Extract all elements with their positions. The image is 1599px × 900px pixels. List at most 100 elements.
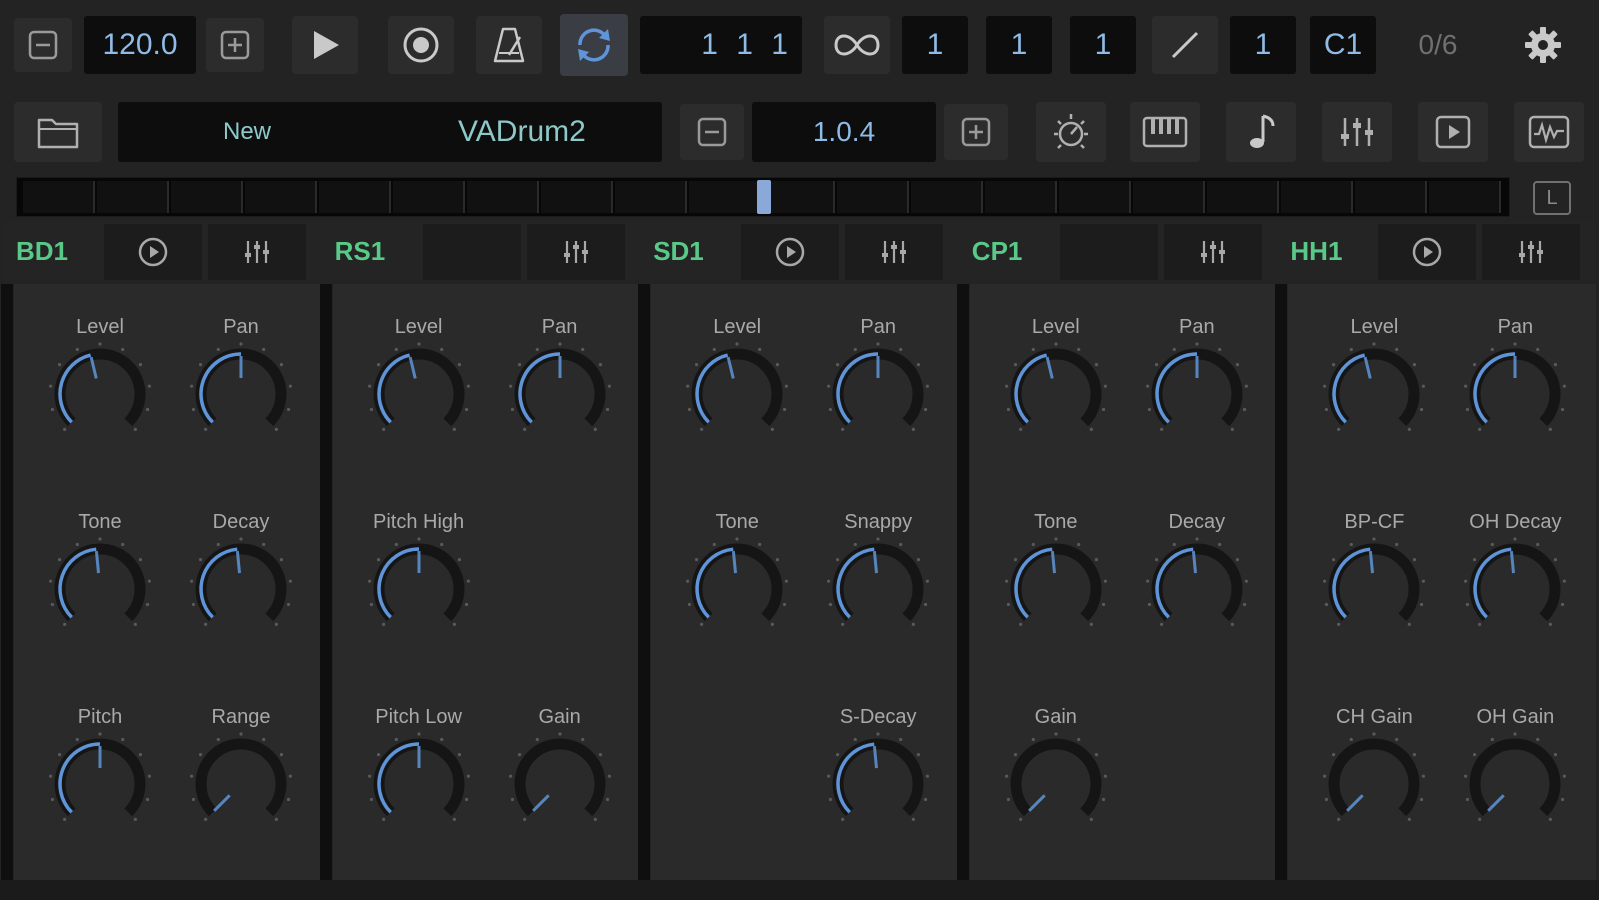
knob-gain[interactable]: Gain xyxy=(500,706,620,876)
knob-level[interactable]: Level xyxy=(677,316,797,486)
knob-dial[interactable] xyxy=(46,535,154,643)
knob-pitch-high[interactable]: Pitch High xyxy=(359,511,479,681)
timeline-step[interactable] xyxy=(1133,181,1205,213)
draw-tool-button[interactable] xyxy=(1152,16,1218,74)
timeline-step[interactable] xyxy=(837,181,909,213)
timeline-step[interactable] xyxy=(1059,181,1131,213)
knob-dial[interactable] xyxy=(1143,535,1251,643)
trigger-play-button[interactable] xyxy=(1378,224,1477,280)
instrument-name[interactable]: RS1 xyxy=(335,236,386,267)
timeline-step[interactable] xyxy=(689,181,761,213)
knob-dial[interactable] xyxy=(1320,340,1428,448)
knob-pan[interactable]: Pan xyxy=(500,316,620,486)
knob-dial[interactable] xyxy=(187,340,295,448)
instrument-mixer-button[interactable] xyxy=(526,224,625,280)
timeline-step[interactable] xyxy=(467,181,539,213)
knob-s-decay[interactable]: S-Decay xyxy=(818,706,938,876)
knob-dial[interactable] xyxy=(365,730,473,838)
effects-button[interactable] xyxy=(1036,102,1106,162)
sequencer-button[interactable] xyxy=(1226,102,1296,162)
knob-tone[interactable]: Tone xyxy=(677,511,797,681)
knob-level[interactable]: Level xyxy=(40,316,160,486)
timeline-step[interactable] xyxy=(911,181,983,213)
knob-dial[interactable] xyxy=(365,535,473,643)
knob-dial[interactable] xyxy=(46,340,154,448)
playhead-marker[interactable] xyxy=(757,180,771,214)
instrument-name[interactable]: CP1 xyxy=(972,236,1023,267)
knob-level[interactable]: Level xyxy=(359,316,479,486)
song-position-display[interactable]: 1 1 1 xyxy=(640,16,802,74)
knob-dial[interactable] xyxy=(506,340,614,448)
knob-dial[interactable] xyxy=(1320,535,1428,643)
pattern-timeline[interactable] xyxy=(16,177,1510,217)
tempo-display[interactable]: 120.0 xyxy=(84,16,196,74)
instrument-mixer-button[interactable] xyxy=(1163,224,1262,280)
knob-dial[interactable] xyxy=(683,535,791,643)
player-button[interactable] xyxy=(1418,102,1488,162)
timeline-step[interactable] xyxy=(541,181,613,213)
timeline-step[interactable] xyxy=(615,181,687,213)
knob-dial[interactable] xyxy=(1143,340,1251,448)
knob-tone[interactable]: Tone xyxy=(40,511,160,681)
settings-button[interactable] xyxy=(1510,14,1576,76)
knob-dial[interactable] xyxy=(1320,730,1428,838)
timeline-step[interactable] xyxy=(319,181,391,213)
oscilloscope-button[interactable] xyxy=(1514,102,1584,162)
knob-level[interactable]: Level xyxy=(996,316,1116,486)
instrument-name[interactable]: BD1 xyxy=(16,236,68,267)
play-button[interactable] xyxy=(292,16,358,74)
knob-dial[interactable] xyxy=(824,535,932,643)
knob-dial[interactable] xyxy=(1002,730,1110,838)
instrument-mixer-button[interactable] xyxy=(1482,224,1581,280)
knob-gain[interactable]: Gain xyxy=(996,706,1116,876)
knob-dial[interactable] xyxy=(1002,535,1110,643)
knob-oh-gain[interactable]: OH Gain xyxy=(1455,706,1575,876)
knob-dial[interactable] xyxy=(1002,340,1110,448)
knob-dial[interactable] xyxy=(824,340,932,448)
quantize-display[interactable]: 1 xyxy=(1230,16,1296,74)
metronome-button[interactable] xyxy=(476,16,542,74)
knob-level[interactable]: Level xyxy=(1314,316,1434,486)
infinite-loop-button[interactable] xyxy=(824,16,890,74)
trigger-play-button[interactable] xyxy=(104,224,202,280)
knob-dial[interactable] xyxy=(46,730,154,838)
timeline-step[interactable] xyxy=(1207,181,1279,213)
timeline-step[interactable] xyxy=(171,181,243,213)
instrument-name[interactable]: HH1 xyxy=(1290,236,1342,267)
knob-dial[interactable] xyxy=(506,730,614,838)
knob-pan[interactable]: Pan xyxy=(1137,316,1257,486)
loop-toggle-button[interactable] xyxy=(560,14,628,76)
patch-version-display[interactable]: 1.0.4 xyxy=(752,102,936,162)
tempo-decrease-button[interactable] xyxy=(14,18,72,72)
loop-bar-display[interactable]: 1 xyxy=(902,16,968,74)
patch-previous-button[interactable] xyxy=(680,104,744,160)
knob-dial[interactable] xyxy=(1461,535,1569,643)
knob-pitch[interactable]: Pitch xyxy=(40,706,160,876)
knob-dial[interactable] xyxy=(683,340,791,448)
knob-dial[interactable] xyxy=(1461,730,1569,838)
knob-range[interactable]: Range xyxy=(181,706,301,876)
instrument-name[interactable]: SD1 xyxy=(653,236,704,267)
timeline-step[interactable] xyxy=(97,181,169,213)
timeline-step[interactable] xyxy=(1429,181,1501,213)
record-button[interactable] xyxy=(388,16,454,74)
knob-pan[interactable]: Pan xyxy=(818,316,938,486)
knob-oh-decay[interactable]: OH Decay xyxy=(1455,511,1575,681)
keyboard-button[interactable] xyxy=(1130,102,1200,162)
knob-decay[interactable]: Decay xyxy=(181,511,301,681)
knob-snappy[interactable]: Snappy xyxy=(818,511,938,681)
timeline-step[interactable] xyxy=(1281,181,1353,213)
knob-dial[interactable] xyxy=(187,730,295,838)
knob-bp-cf[interactable]: BP-CF xyxy=(1314,511,1434,681)
root-note-display[interactable]: C1 xyxy=(1310,16,1376,74)
knob-dial[interactable] xyxy=(1461,340,1569,448)
knob-ch-gain[interactable]: CH Gain xyxy=(1314,706,1434,876)
patch-selector[interactable]: New VADrum2 xyxy=(118,102,662,162)
timeline-step[interactable] xyxy=(23,181,95,213)
timeline-lock-button[interactable]: L xyxy=(1533,181,1571,215)
loop-beat-display[interactable]: 1 xyxy=(986,16,1052,74)
timeline-step[interactable] xyxy=(393,181,465,213)
patch-next-button[interactable] xyxy=(944,104,1008,160)
knob-decay[interactable]: Decay xyxy=(1137,511,1257,681)
timeline-step[interactable] xyxy=(985,181,1057,213)
